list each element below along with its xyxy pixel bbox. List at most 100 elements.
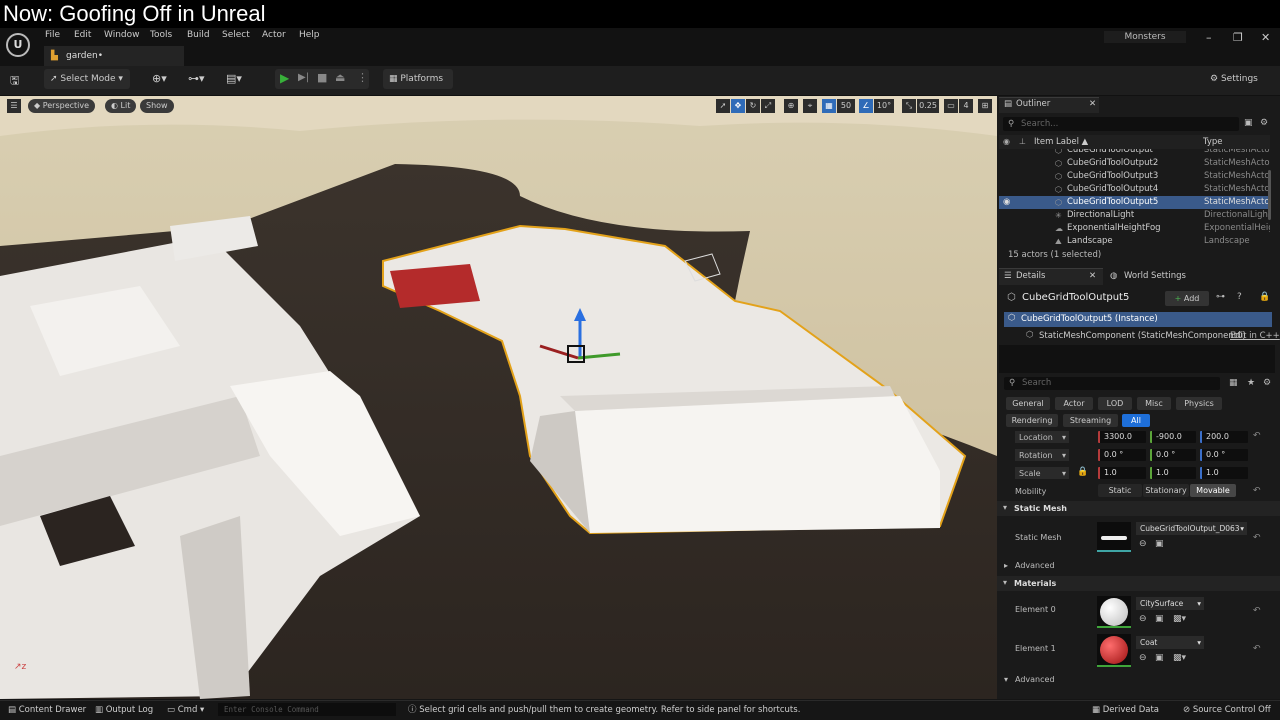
cmd-dropdown[interactable]: ▭ Cmd ▾ xyxy=(167,700,204,720)
materials-section[interactable]: Materials xyxy=(997,576,1280,591)
blueprint-icon[interactable]: ⊶ xyxy=(1216,292,1225,302)
world-settings-tab[interactable]: World Settings xyxy=(1124,268,1186,284)
browse-icon[interactable]: ▣ xyxy=(1155,653,1164,663)
rotation-snap-icon[interactable]: ∠ xyxy=(859,99,873,113)
console-input[interactable]: Enter Console Command xyxy=(218,703,396,716)
filter-rendering[interactable]: Rendering xyxy=(1006,414,1058,427)
browse-icon[interactable]: ▣ xyxy=(1155,614,1164,624)
location-dropdown[interactable]: Location ▾ xyxy=(1015,431,1069,443)
grid-snap-value[interactable]: 50 xyxy=(837,99,855,113)
scale-tool-icon[interactable]: ⤢ xyxy=(761,99,775,113)
save-icon[interactable]: 🖫 xyxy=(10,72,19,91)
filter-lod[interactable]: LOD xyxy=(1098,397,1132,410)
help-icon[interactable]: ? xyxy=(1237,292,1242,302)
mesh-thumbnail[interactable] xyxy=(1097,522,1131,552)
viewport-menu-icon[interactable]: ☰ xyxy=(7,99,21,113)
reset-icon[interactable]: ↶ xyxy=(1253,486,1261,496)
mobility-movable[interactable]: Movable xyxy=(1190,484,1236,497)
reset-icon[interactable]: ↶ xyxy=(1253,533,1261,543)
reset-icon[interactable]: ↶ xyxy=(1253,644,1261,654)
stop-icon[interactable]: ■ xyxy=(317,71,327,84)
close-icon[interactable]: ✕ xyxy=(1089,96,1096,112)
folder-add-icon[interactable]: ▣ xyxy=(1244,118,1253,128)
mobility-static[interactable]: Static xyxy=(1098,484,1142,497)
menu-window[interactable]: Window xyxy=(104,30,140,40)
rotation-dropdown[interactable]: Rotation ▾ xyxy=(1015,449,1069,461)
restore-icon[interactable]: ❐ xyxy=(1233,31,1243,44)
rotation-y-field[interactable]: 0.0 ° xyxy=(1150,449,1196,461)
advanced-expander[interactable]: Advanced xyxy=(1015,675,1055,684)
use-selected-icon[interactable]: ⊖ xyxy=(1139,539,1147,549)
list-item[interactable]: ⛰ Landscape Landscape xyxy=(999,235,1269,245)
grid-view-icon[interactable]: ▦ xyxy=(1229,378,1238,388)
advanced-expander[interactable]: Advanced xyxy=(1015,561,1055,570)
menu-actor[interactable]: Actor xyxy=(262,30,286,40)
rotation-x-field[interactable]: 0.0 ° xyxy=(1098,449,1146,461)
scale-z-field[interactable]: 1.0 xyxy=(1200,467,1248,479)
more-options-icon[interactable]: ⋮ xyxy=(357,71,368,84)
derived-data-button[interactable]: ▦ Derived Data xyxy=(1092,700,1159,720)
add-component-button[interactable]: + Add xyxy=(1165,291,1209,306)
lit-button[interactable]: ◐ Lit xyxy=(105,99,137,113)
pin-icon[interactable]: ⊥ xyxy=(1019,137,1026,146)
use-selected-icon[interactable]: ⊖ xyxy=(1139,614,1147,624)
lock-icon[interactable]: 🔒 xyxy=(1077,467,1088,477)
gear-icon[interactable]: ⚙ xyxy=(1263,378,1271,388)
minimize-icon[interactable]: – xyxy=(1206,31,1212,44)
content-drawer-button[interactable]: ▤ Content Drawer xyxy=(8,700,86,720)
rotation-z-field[interactable]: 0.0 ° xyxy=(1200,449,1248,461)
scale-y-field[interactable]: 1.0 xyxy=(1150,467,1196,479)
details-search-input[interactable]: ⚲ Search xyxy=(1004,377,1220,390)
select-tool-icon[interactable]: ➚ xyxy=(716,99,730,113)
scale-snap-value[interactable]: 0.25 xyxy=(917,99,939,113)
chevron-right-icon[interactable]: ▸ xyxy=(1004,561,1008,570)
component-row[interactable]: StaticMeshComponent (StaticMeshComponent… xyxy=(1039,331,1246,341)
chevron-down-icon[interactable]: ▾ xyxy=(1003,578,1007,587)
list-item[interactable]: ⬡ CubeGridToolOutput2 StaticMeshActor xyxy=(999,157,1270,170)
unreal-logo-icon[interactable]: U xyxy=(6,33,30,57)
maximize-viewport-icon[interactable]: ⊞ xyxy=(978,99,992,113)
camera-speed-icon[interactable]: ▭ xyxy=(944,99,958,113)
eject-icon[interactable]: ⏏ xyxy=(335,71,345,84)
level-tab[interactable]: ▙ garden• xyxy=(44,46,184,66)
list-item[interactable]: ✳ DirectionalLight DirectionalLight xyxy=(999,209,1270,222)
menu-build[interactable]: Build xyxy=(187,30,210,40)
source-control-button[interactable]: ⊘ Source Control Off xyxy=(1183,700,1271,720)
step-icon[interactable]: ▶| xyxy=(298,72,309,83)
texture-options-icon[interactable]: ▩▾ xyxy=(1173,614,1186,624)
filter-all[interactable]: All xyxy=(1122,414,1150,427)
level-viewport[interactable] xyxy=(0,96,997,699)
list-item[interactable]: ⬡ CubeGridToolOutput3 StaticMeshActor xyxy=(999,170,1270,183)
scale-dropdown[interactable]: Scale ▾ xyxy=(1015,467,1069,479)
filter-streaming[interactable]: Streaming xyxy=(1063,414,1118,427)
location-x-field[interactable]: 3300.0 xyxy=(1098,431,1146,443)
material-picker[interactable]: Coat ▾ xyxy=(1136,636,1204,649)
world-space-icon[interactable]: ⊕ xyxy=(784,99,798,113)
reset-icon[interactable]: ↶ xyxy=(1253,606,1261,616)
visibility-icon[interactable]: ◉ xyxy=(1003,137,1010,146)
select-mode-dropdown[interactable]: ➚ Select Mode ▾ xyxy=(44,69,130,89)
gear-icon[interactable]: ⚙ xyxy=(1260,118,1268,128)
mobility-stationary[interactable]: Stationary xyxy=(1143,484,1189,497)
list-item-selected[interactable]: ◉ ⬡ CubeGridToolOutput5 StaticMeshActor xyxy=(999,196,1270,209)
material-thumbnail[interactable] xyxy=(1097,634,1131,667)
platforms-dropdown[interactable]: ▦ Platforms ▾ xyxy=(383,69,453,104)
menu-tools[interactable]: Tools xyxy=(150,30,172,40)
filter-physics[interactable]: Physics xyxy=(1176,397,1222,410)
filter-actor[interactable]: Actor xyxy=(1055,397,1093,410)
location-z-field[interactable]: 200.0 xyxy=(1200,431,1248,443)
list-item[interactable]: ⬡ CubeGridToolOutput4 StaticMeshActor xyxy=(999,183,1270,196)
location-y-field[interactable]: -900.0 xyxy=(1150,431,1196,443)
perspective-button[interactable]: ◆ Perspective xyxy=(28,99,96,113)
material-picker[interactable]: CitySurface ▾ xyxy=(1136,597,1204,610)
menu-select[interactable]: Select xyxy=(222,30,250,40)
material-thumbnail[interactable] xyxy=(1097,596,1131,628)
outliner-search-input[interactable]: ⚲ Search... xyxy=(1003,117,1239,131)
blueprint-icon[interactable]: ⊶▾ xyxy=(188,72,205,85)
browse-icon[interactable]: ▣ xyxy=(1155,539,1164,549)
surface-snap-icon[interactable]: ⌖ xyxy=(803,99,817,113)
reset-icon[interactable]: ↶ xyxy=(1253,431,1261,441)
outliner-scrollbar[interactable] xyxy=(1268,170,1271,220)
rotation-snap-value[interactable]: 10° xyxy=(874,99,894,113)
rotate-tool-icon[interactable]: ↻ xyxy=(746,99,760,113)
